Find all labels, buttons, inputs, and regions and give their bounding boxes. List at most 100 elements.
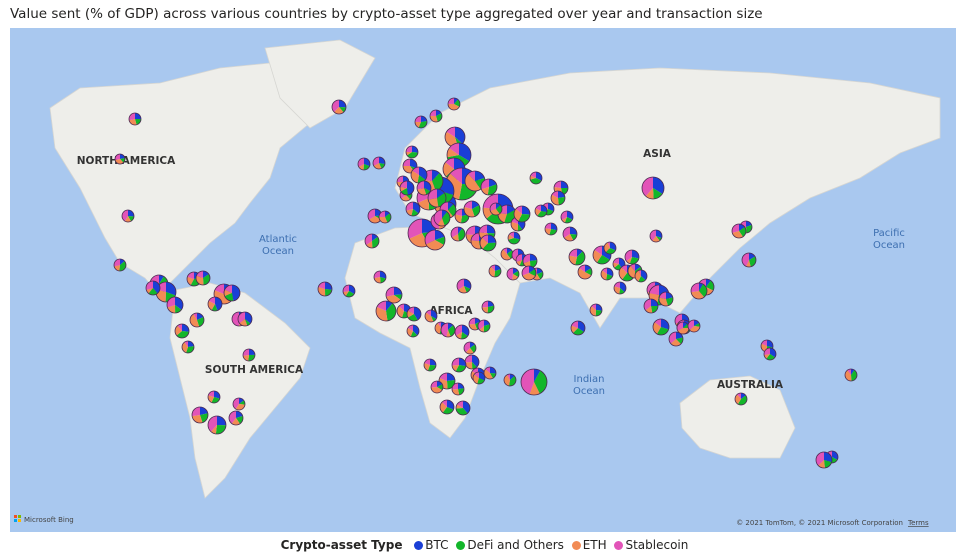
country-pie[interactable] [649, 229, 663, 243]
country-pie[interactable] [191, 406, 209, 424]
country-pie[interactable] [488, 264, 502, 278]
country-pie[interactable] [481, 300, 495, 314]
country-pie[interactable] [373, 270, 387, 284]
country-pie[interactable] [450, 226, 466, 242]
country-pie[interactable] [550, 190, 566, 206]
country-pie[interactable] [513, 205, 531, 223]
country-pie[interactable] [166, 296, 184, 314]
country-pie[interactable] [507, 231, 521, 245]
country-pie[interactable] [634, 269, 648, 283]
country-pie[interactable] [568, 248, 586, 266]
country-pie[interactable] [317, 281, 333, 297]
country-pie[interactable] [521, 265, 537, 281]
legend-item-btc[interactable]: BTC [410, 538, 449, 552]
country-pie[interactable] [690, 282, 708, 300]
country-pie[interactable] [375, 300, 397, 322]
country-pie[interactable] [734, 392, 748, 406]
country-pie[interactable] [416, 180, 432, 196]
country-pie[interactable] [378, 210, 392, 224]
country-pie[interactable] [121, 209, 135, 223]
country-pie[interactable] [405, 145, 419, 159]
country-pie[interactable] [113, 258, 127, 272]
country-pie[interactable] [534, 204, 548, 218]
country-pie[interactable] [687, 319, 701, 333]
country-pie[interactable] [331, 99, 347, 115]
country-pie[interactable] [641, 176, 665, 200]
country-pie[interactable] [455, 400, 471, 416]
country-pie[interactable] [506, 267, 520, 281]
country-pie[interactable] [741, 252, 757, 268]
country-pie[interactable] [237, 311, 253, 327]
country-pie[interactable] [731, 223, 747, 239]
country-pie[interactable] [464, 354, 480, 370]
country-pie[interactable] [643, 298, 659, 314]
country-pie[interactable] [195, 270, 211, 286]
country-pie[interactable] [600, 267, 614, 281]
country-pie[interactable] [477, 319, 491, 333]
country-pie[interactable] [451, 382, 465, 396]
country-pie[interactable] [128, 112, 142, 126]
country-pie[interactable] [242, 348, 256, 362]
country-pie[interactable] [364, 233, 380, 249]
country-pie[interactable] [399, 180, 415, 196]
country-pie[interactable] [447, 97, 461, 111]
country-pie[interactable] [603, 241, 617, 255]
country-pie[interactable] [562, 226, 578, 242]
country-pie[interactable] [456, 278, 472, 294]
country-pie[interactable] [483, 366, 497, 380]
country-pie[interactable] [207, 390, 221, 404]
country-pie[interactable] [406, 306, 422, 322]
country-pie[interactable] [500, 247, 514, 261]
country-pie[interactable] [114, 153, 126, 165]
legend-item-stablecoin[interactable]: Stablecoin [610, 538, 688, 552]
country-pie[interactable] [372, 156, 386, 170]
country-pie[interactable] [451, 357, 467, 373]
country-pie[interactable] [406, 324, 420, 338]
country-pie[interactable] [410, 166, 428, 184]
country-pie[interactable] [668, 331, 684, 347]
country-pie[interactable] [145, 280, 161, 296]
country-pie[interactable] [589, 303, 603, 317]
country-pie[interactable] [430, 380, 444, 394]
country-pie[interactable] [489, 202, 503, 216]
country-pie[interactable] [232, 397, 246, 411]
country-pie[interactable] [174, 323, 190, 339]
country-pie[interactable] [624, 249, 640, 265]
country-pie[interactable] [570, 320, 586, 336]
country-pie[interactable] [433, 209, 451, 227]
country-pie[interactable] [815, 451, 833, 469]
legend-item-eth[interactable]: ETH [568, 538, 607, 552]
country-pie[interactable] [424, 229, 446, 251]
country-pie[interactable] [503, 373, 517, 387]
country-pie[interactable] [479, 234, 497, 252]
country-pie[interactable] [181, 340, 195, 354]
country-pie[interactable] [414, 115, 428, 129]
country-pie[interactable] [544, 222, 558, 236]
country-pie[interactable] [480, 178, 498, 196]
country-pie[interactable] [440, 322, 456, 338]
country-pie[interactable] [223, 284, 241, 302]
country-pie[interactable] [577, 264, 593, 280]
country-pie[interactable] [613, 281, 627, 295]
country-pie[interactable] [472, 371, 486, 385]
country-pie[interactable] [429, 109, 443, 123]
country-pie[interactable] [520, 368, 548, 396]
country-pie[interactable] [658, 291, 674, 307]
country-pie[interactable] [454, 324, 470, 340]
country-pie[interactable] [560, 210, 574, 224]
country-pie[interactable] [423, 358, 437, 372]
country-pie[interactable] [763, 347, 777, 361]
country-pie[interactable] [207, 296, 223, 312]
country-pie[interactable] [342, 284, 356, 298]
terms-link[interactable]: Terms [907, 519, 929, 527]
country-pie[interactable] [405, 201, 421, 217]
legend-item-defi[interactable]: DeFi and Others [452, 538, 564, 552]
country-pie[interactable] [189, 312, 205, 328]
country-pie[interactable] [652, 318, 670, 336]
country-pie[interactable] [424, 309, 438, 323]
country-pie[interactable] [463, 200, 481, 218]
country-pie[interactable] [228, 410, 244, 426]
country-pie[interactable] [385, 286, 403, 304]
country-pie[interactable] [844, 368, 858, 382]
country-pie[interactable] [463, 341, 477, 355]
